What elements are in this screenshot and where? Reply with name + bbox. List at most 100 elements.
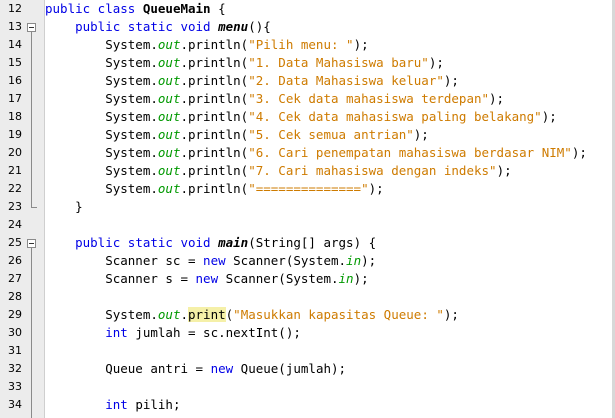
line-number: 34 (8, 398, 22, 411)
code-line: System.out.println("1. Data Mahasiswa ba… (45, 54, 444, 72)
collapse-toggle-icon[interactable] (27, 23, 36, 32)
code-token: new (210, 361, 234, 376)
code-token: .println( (180, 145, 249, 160)
code-token: System. (45, 109, 158, 124)
code-token: out (157, 145, 181, 160)
line-number: 17 (8, 92, 22, 105)
line-number-gutter: 12 13 14 15 16 17 18 19 20 21 22 23 24 25 26 27 28 29 30 31… (0, 0, 45, 418)
fold-end-marker (31, 207, 37, 208)
code-token: .println( (180, 181, 249, 196)
code-token: ); (571, 145, 587, 160)
code-token: "6. Cari penempatan mahasiswa berdasar N… (248, 145, 572, 160)
code-token: public class (45, 1, 143, 16)
code-token: .println( (180, 73, 249, 88)
line-number: 14 (8, 38, 22, 51)
code-token: .println( (180, 55, 249, 70)
line-number: 31 (8, 344, 22, 357)
code-token: System. (45, 145, 158, 160)
code-token: out (157, 109, 181, 124)
code-token: .println( (180, 37, 249, 52)
code-token: jumlah = sc.nextInt(); (127, 325, 301, 340)
code-token: .println( (180, 109, 249, 124)
code-line: Queue antri = new Queue(jumlah); (45, 360, 346, 378)
line-number: 24 (8, 218, 22, 231)
code-token: "Masukkan kapasitas Queue: " (233, 307, 444, 322)
code-token: in (346, 253, 362, 268)
line-number: 16 (8, 74, 22, 87)
code-token: int (105, 397, 128, 412)
code-token: out (157, 73, 181, 88)
code-token: ); (489, 91, 505, 106)
code-line: System.out.println("3. Cek data mahasisw… (45, 90, 504, 108)
code-token: .println( (180, 163, 249, 178)
code-token: System. (45, 37, 158, 52)
code-line: public static void main(String[] args) { (45, 234, 376, 252)
code-token: ); (368, 181, 384, 196)
code-token: ); (496, 163, 512, 178)
code-token: out (157, 307, 181, 322)
code-token: out (157, 163, 181, 178)
code-token: "1. Data Mahasiswa baru" (248, 55, 429, 70)
code-token: System. (45, 307, 158, 322)
code-token: menu (218, 19, 249, 34)
code-line: int jumlah = sc.nextInt(); (45, 324, 301, 342)
code-token: new (203, 253, 226, 268)
line-number: 22 (8, 182, 22, 195)
code-token: Scanner(System. (218, 271, 339, 286)
code-token: System. (45, 181, 158, 196)
code-token: System. (45, 91, 158, 106)
code-token: ); (353, 37, 369, 52)
code-line: Scanner sc = new Scanner(System.in); (45, 252, 376, 270)
code-token: out (157, 91, 181, 106)
code-token: new (195, 271, 219, 286)
line-number: 28 (8, 290, 22, 303)
code-token: Queue antri = (45, 361, 211, 376)
code-token: } (45, 199, 83, 214)
code-token: public static void (75, 19, 219, 34)
code-line: } (45, 198, 83, 216)
code-token: "==============" (248, 181, 369, 196)
code-token: { (210, 1, 226, 16)
code-token: .println( (180, 127, 249, 142)
code-line: System.out.print("Masukkan kapasitas Que… (45, 306, 459, 324)
code-token: out (157, 55, 181, 70)
code-token: public static void (75, 235, 219, 250)
code-token: out (157, 127, 181, 142)
code-token: ); (443, 307, 459, 322)
code-token: System. (45, 73, 158, 88)
code-token: Queue(jumlah); (233, 361, 347, 376)
code-line: System.out.println("Pilih menu: "); (45, 36, 369, 54)
line-number: 32 (8, 362, 22, 375)
code-token: int (105, 325, 128, 340)
code-token: Scanner(System. (225, 253, 347, 268)
line-number: 20 (8, 146, 22, 159)
code-token: System. (45, 55, 158, 70)
code-token: Scanner s = (45, 271, 196, 286)
line-number: 15 (8, 56, 22, 69)
line-number: 33 (8, 380, 22, 393)
code-token: Scanner sc = (45, 253, 204, 268)
code-editor[interactable]: 12 13 14 15 16 17 18 19 20 21 22 23 24 25 26 27 28 29 30 31… (0, 0, 615, 418)
code-token: . (180, 307, 188, 322)
code-token: "5. Cek semua antrian" (248, 127, 414, 142)
code-token: (){ (248, 19, 271, 34)
code-text-area[interactable]: public class QueueMain { public static v… (45, 0, 615, 418)
code-token: out (157, 37, 181, 52)
code-token: "4. Cek data mahasiswa paling belakang" (248, 109, 542, 124)
collapse-toggle-icon[interactable] (27, 239, 36, 248)
line-number: 21 (8, 164, 22, 177)
line-number: 12 (8, 2, 22, 15)
fold-guide-line (31, 32, 32, 207)
code-line: int pilih; (45, 396, 180, 414)
line-number: 23 (8, 200, 22, 213)
line-number: 26 (8, 254, 22, 267)
code-token: "Pilih menu: " (248, 37, 354, 52)
fold-guide-line (31, 248, 32, 418)
code-line: System.out.println("=============="); (45, 180, 384, 198)
code-line: public class QueueMain { (45, 0, 226, 18)
code-token: pilih; (127, 397, 181, 412)
